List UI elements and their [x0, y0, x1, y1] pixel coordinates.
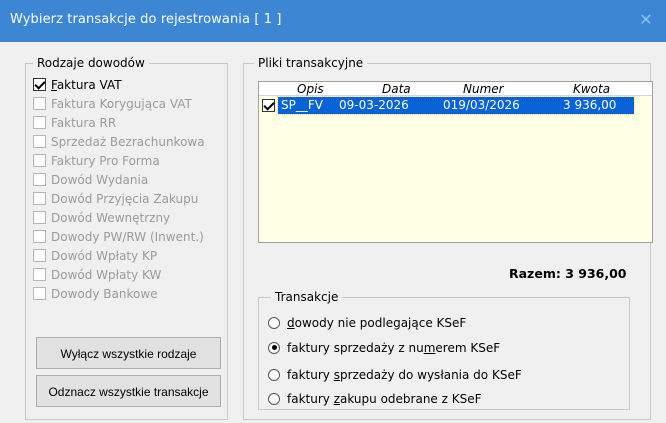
doc-type-checkbox: [33, 211, 46, 224]
doc-type-item: Dowód Wpłaty KP: [33, 247, 157, 264]
transaction-label-part: d: [287, 315, 295, 330]
doc-type-item: Dowód Wydania: [33, 171, 148, 188]
total-summary: Razem: 3 936,00: [509, 266, 627, 281]
doc-type-label-part: aktura VAT: [56, 77, 122, 92]
doc-type-item: Dowody PW/RW (Inwent.): [33, 228, 204, 245]
doc-type-item: Dowód Wewnętrzny: [33, 209, 170, 226]
doc-type-item: Faktura RR: [33, 114, 116, 131]
transaction-label-part: faktury: [287, 391, 334, 406]
transaction-radio[interactable]: [268, 392, 280, 405]
transaction-radio[interactable]: [268, 316, 280, 329]
list-item[interactable]: SP__FV 09-03-2026 019/03/2026 3 936,00: [259, 96, 652, 115]
title-bar: Wybierz transakcje do rejestrowania [ 1 …: [0, 0, 666, 42]
column-header-numer[interactable]: Numer: [463, 82, 504, 96]
doc-type-label-part: Faktura Korygująca VAT: [51, 96, 192, 111]
transaction-option-label: faktury zakupu odebrane z KSeF: [287, 392, 482, 406]
doc-type-label: Dowód Przyjęcia Zakupu: [51, 192, 198, 206]
cell-opis: SP__FV: [281, 98, 323, 112]
list-header: Opis Data Numer Kwota: [259, 82, 652, 96]
column-header-opis[interactable]: Opis: [297, 82, 324, 96]
doc-type-label: Dowód Wydania: [51, 173, 148, 187]
transactions-legend: Transakcje: [271, 290, 343, 304]
transaction-label-part: akupu odebrane z KSeF: [340, 391, 482, 406]
doc-type-item: Sprzedaż Bezrachunkowa: [33, 133, 205, 150]
column-header-kwota[interactable]: Kwota: [573, 82, 610, 96]
transaction-option-label: faktury sprzedaży z numerem KSeF: [287, 341, 500, 355]
doc-type-label: Sprzedaż Bezrachunkowa: [51, 135, 205, 149]
cell-numer: 019/03/2026: [443, 98, 520, 112]
doc-type-label-part: Dowód Przyjęcia Zakupu: [51, 191, 199, 206]
doc-types-legend: Rodzaje dowodów: [33, 56, 149, 70]
disable-all-types-button[interactable]: Wyłącz wszystkie rodzaje: [36, 337, 221, 369]
doc-type-item: Dowód Przyjęcia Zakupu: [33, 190, 198, 207]
doc-type-checkbox: [33, 192, 46, 205]
doc-type-checkbox: [33, 97, 46, 110]
doc-type-label: Dowody Bankowe: [51, 287, 158, 301]
doc-type-label-part: Sprzedaż Bezrachunkowa: [51, 134, 205, 149]
doc-type-label-part: Dowody Bankowe: [51, 286, 158, 301]
select-all-transactions-button[interactable]: Odznacz wszystkie transakcje: [36, 375, 221, 407]
total-value: 3 936,00: [565, 266, 627, 281]
doc-type-label-part: Dowód Wpłaty KP: [51, 248, 158, 263]
doc-type-label: Dowody PW/RW (Inwent.): [51, 230, 204, 244]
doc-type-item[interactable]: Faktura VAT: [33, 76, 122, 93]
transaction-radio[interactable]: [268, 341, 280, 354]
doc-type-checkbox: [33, 116, 46, 129]
transaction-option[interactable]: faktury sprzedaży do wysłania do KSeF: [268, 366, 522, 383]
transactions-listbox[interactable]: Opis Data Numer Kwota SP__FV 09-03-2026 …: [258, 81, 653, 243]
transaction-label-part: przedaży do wysłania do KSeF: [339, 367, 522, 382]
doc-type-checkbox: [33, 287, 46, 300]
close-icon[interactable]: ✕: [636, 10, 656, 30]
transaction-label-part: owody nie podlegające KSeF: [294, 315, 467, 330]
transaction-option-label: faktury sprzedaży do wysłania do KSeF: [287, 368, 522, 382]
doc-type-item: Dowody Bankowe: [33, 285, 158, 302]
doc-type-label-part: Faktura RR: [51, 115, 117, 130]
doc-type-label-part: Dowód Wydania: [51, 172, 149, 187]
doc-type-label: Dowód Wpłaty KP: [51, 249, 157, 263]
doc-type-label: Faktury Pro Forma: [51, 154, 160, 168]
transaction-label-part: erem KSeF: [435, 340, 501, 355]
doc-type-label: Dowód Wewnętrzny: [51, 211, 170, 225]
transaction-label-part: m: [423, 340, 436, 355]
doc-type-item: Faktura Korygująca VAT: [33, 95, 192, 112]
doc-type-checkbox: [33, 230, 46, 243]
doc-type-label: Faktura VAT: [51, 78, 122, 92]
doc-type-label-part: Dowód Wpłaty KW: [51, 267, 162, 282]
cell-kwota: 3 936,00: [563, 98, 617, 112]
doc-type-item: Faktury Pro Forma: [33, 152, 160, 169]
doc-type-label: Dowód Wpłaty KW: [51, 268, 161, 282]
doc-type-label: Faktura RR: [51, 116, 116, 130]
doc-type-checkbox: [33, 249, 46, 262]
doc-type-checkbox[interactable]: [33, 78, 46, 91]
column-header-data[interactable]: Data: [382, 82, 411, 96]
transaction-option-label: dowody nie podlegające KSeF: [287, 316, 466, 330]
doc-type-label: Faktura Korygująca VAT: [51, 97, 192, 111]
doc-type-label-part: Dowód Wewnętrzny: [51, 210, 171, 225]
doc-type-checkbox: [33, 173, 46, 186]
transaction-label-part: faktury: [287, 367, 334, 382]
row-checkbox[interactable]: [262, 99, 275, 112]
window-title: Wybierz transakcje do rejestrowania [ 1 …: [10, 12, 282, 27]
transaction-option[interactable]: dowody nie podlegające KSeF: [268, 314, 466, 331]
total-label: Razem:: [509, 266, 561, 281]
doc-type-label-part: Faktury Pro Forma: [51, 153, 160, 168]
doc-type-item: Dowód Wpłaty KW: [33, 266, 161, 283]
doc-type-checkbox: [33, 154, 46, 167]
transaction-label-part: faktury sprzedaży z nu: [287, 340, 424, 355]
doc-type-checkbox: [33, 268, 46, 281]
transaction-radio[interactable]: [268, 368, 280, 381]
doc-type-checkbox: [33, 135, 46, 148]
files-legend: Pliki transakcyjne: [254, 56, 368, 70]
cell-data: 09-03-2026: [339, 98, 409, 112]
doc-type-label-part: Dowody PW/RW (Inwent.): [51, 229, 204, 244]
transaction-option[interactable]: faktury zakupu odebrane z KSeF: [268, 390, 482, 407]
transaction-option[interactable]: faktury sprzedaży z numerem KSeF: [268, 339, 500, 356]
